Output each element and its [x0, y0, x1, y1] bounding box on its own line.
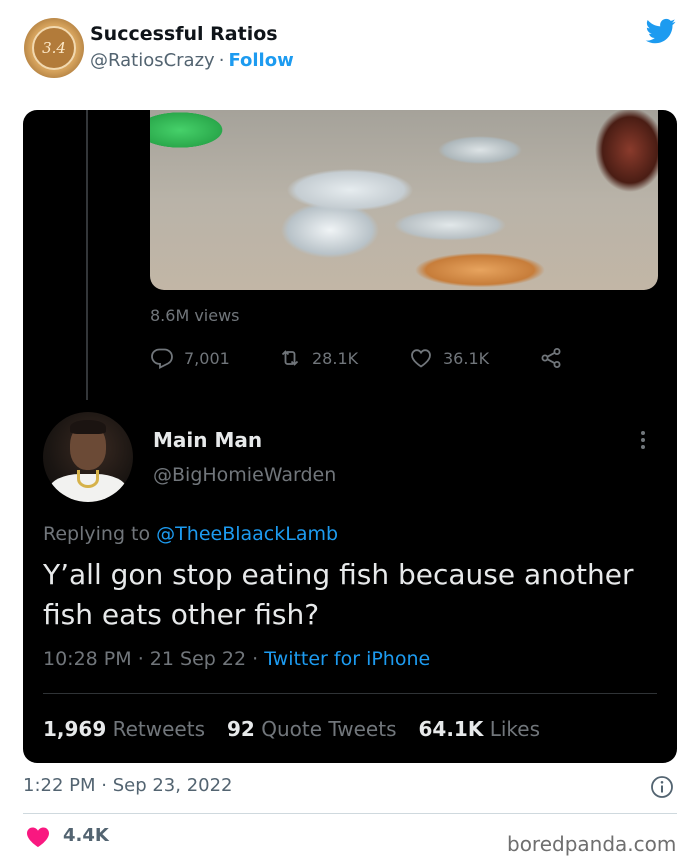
watermark: boredpanda.com [507, 832, 677, 856]
reply-author-avatar[interactable] [43, 412, 133, 502]
quote-tweets-stat-label: Quote Tweets [261, 717, 397, 741]
reply-count: 7,001 [184, 348, 230, 368]
quote-tweets-stat-count: 92 [227, 717, 255, 741]
likes-stat-label: Likes [489, 717, 540, 741]
more-icon[interactable] [635, 428, 651, 452]
reply-button[interactable]: 7,001 [150, 346, 278, 370]
author-name[interactable]: Successful Ratios [90, 23, 278, 45]
view-count: 8.6M views [150, 306, 240, 325]
like-count: 36.1K [443, 348, 490, 368]
tweet-action-bar: 7,001 28.1K 36.1K [150, 343, 573, 373]
tweet-timestamp[interactable]: 1:22 PM · Sep 23, 2022 [23, 775, 233, 796]
retweets-stat-count: 1,969 [43, 717, 107, 741]
retweet-count: 28.1K [312, 348, 359, 368]
replying-to-line: Replying to @TheeBlaackLamb [43, 523, 338, 545]
tweet-like-count[interactable]: 4.4K [63, 825, 109, 846]
author-handle[interactable]: @RatiosCrazy [90, 50, 215, 71]
reply-tweet-text: Y’all gon stop eating fish because anoth… [43, 558, 634, 631]
reply-time[interactable]: 10:28 PM [43, 648, 132, 670]
reply-stats: 1,969 Retweets 92 Quote Tweets 64.1K Lik… [43, 717, 562, 741]
follow-button[interactable]: Follow [228, 50, 293, 71]
retweet-icon [281, 350, 299, 366]
stats-divider [43, 693, 657, 694]
heart-icon[interactable] [26, 826, 50, 848]
like-icon [411, 349, 431, 368]
avatar-emblem: 3.4 [32, 26, 76, 70]
replying-prefix: Replying to [43, 523, 151, 545]
separator: · [218, 50, 225, 71]
author-avatar[interactable]: 3.4 [24, 18, 84, 78]
reply-date[interactable]: 21 Sep 22 [150, 648, 246, 670]
share-icon [541, 348, 561, 368]
author-handle-row: @RatiosCrazy · Follow [90, 50, 294, 71]
retweets-stat-label: Retweets [112, 717, 205, 741]
reply-icon [151, 348, 173, 369]
avatar-hair [70, 420, 106, 434]
info-icon[interactable] [650, 775, 674, 799]
likes-stat[interactable]: 64.1K Likes [419, 717, 541, 741]
like-button[interactable]: 36.1K [409, 346, 539, 370]
twitter-bird-icon[interactable] [644, 16, 678, 46]
reply-author-handle[interactable]: @BigHomieWarden [153, 464, 336, 486]
avatar-chain [77, 470, 99, 488]
retweets-stat[interactable]: 1,969 Retweets [43, 717, 205, 741]
reply-metadata: 10:28 PM · 21 Sep 22 · Twitter for iPhon… [43, 648, 430, 670]
share-button[interactable] [539, 346, 573, 370]
video-thumbnail[interactable] [150, 110, 658, 290]
reply-author-name[interactable]: Main Man [153, 428, 262, 452]
footer-divider [23, 813, 677, 814]
reply-source[interactable]: Twitter for iPhone [264, 648, 430, 670]
likes-stat-count: 64.1K [418, 717, 484, 741]
replying-to-mention[interactable]: @TheeBlaackLamb [156, 523, 338, 545]
retweet-button[interactable]: 28.1K [278, 346, 409, 370]
separator: · [252, 648, 259, 670]
embedded-tweet-screenshot: 8.6M views 7,001 28.1K 36.1K Main Man @B… [23, 110, 677, 763]
quote-tweets-stat[interactable]: 92 Quote Tweets [227, 717, 397, 741]
separator: · [137, 648, 144, 670]
thread-connector-line [86, 110, 88, 400]
